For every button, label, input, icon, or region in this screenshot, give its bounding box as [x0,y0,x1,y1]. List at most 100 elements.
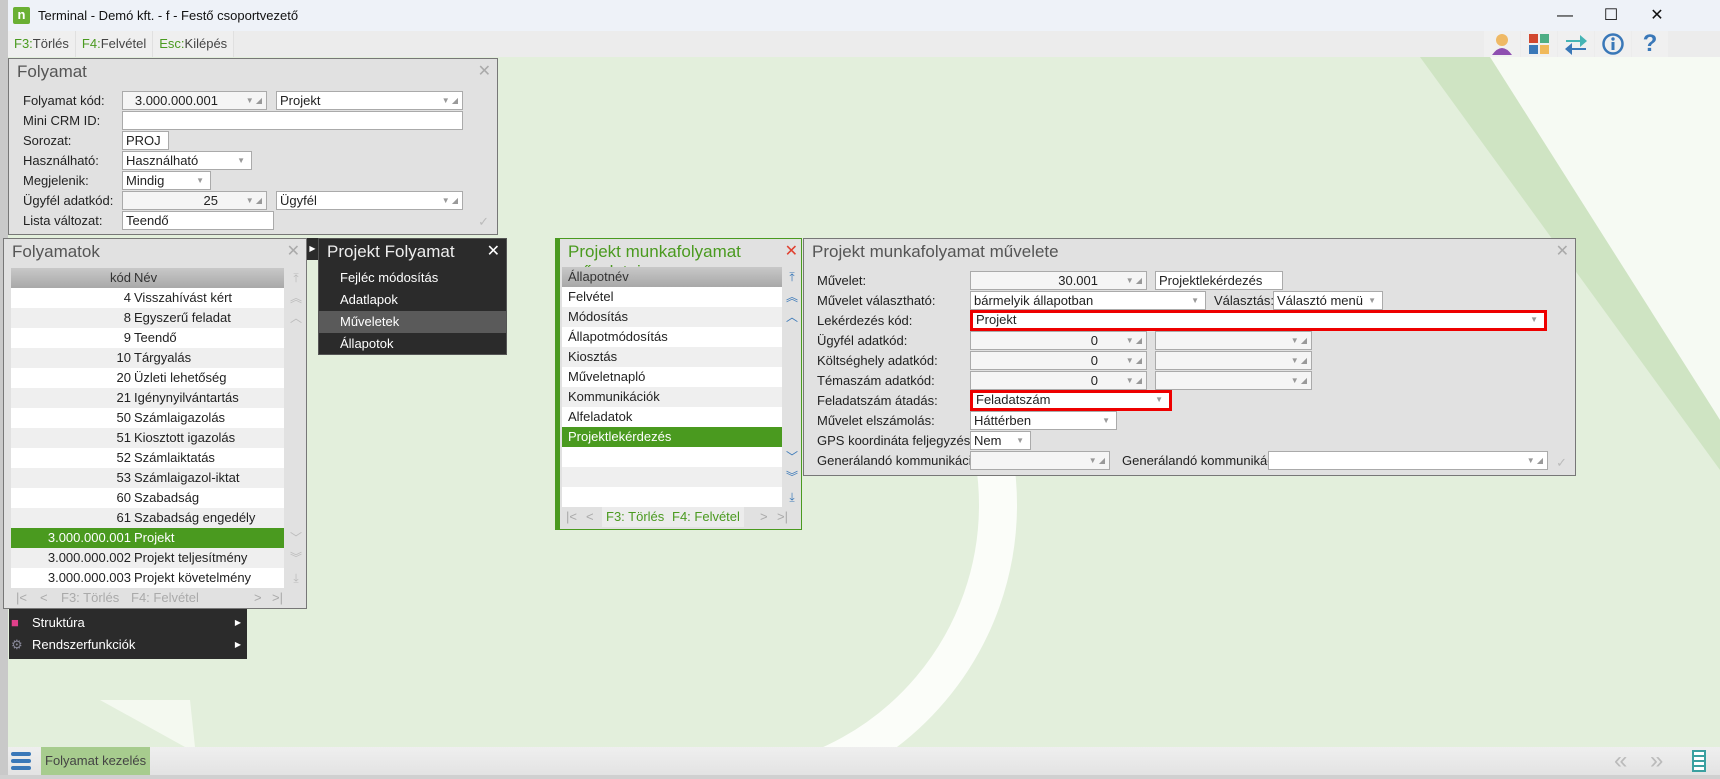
table-row[interactable]: 3.000.000.002 Projekt teljesítmény [11,548,284,568]
table-header[interactable]: Állapotnév [562,267,782,287]
elszamolas-select[interactable]: Háttérben [970,411,1117,430]
hamburger-menu-icon[interactable] [11,750,31,772]
list-item[interactable]: Alfeladatok [562,407,782,427]
list-item[interactable] [562,447,782,467]
gps-select[interactable]: Nem [970,431,1031,450]
scroll-page-down-icon[interactable]: ︾ [288,548,304,568]
scroll-top-icon[interactable]: ⤒ [784,267,800,287]
mini-crm-field[interactable] [122,111,463,130]
close-icon[interactable]: ✕ [1556,241,1569,261]
user-icon[interactable] [1484,31,1520,57]
generalando-kommunikacio-2[interactable] [1268,451,1548,470]
list-item[interactable] [562,467,782,487]
first-page-icon[interactable]: |< [16,588,27,608]
delete-button[interactable]: F3: Törlés [61,588,119,608]
next-page-icon[interactable]: > [760,507,768,527]
list-item[interactable]: Állapotmódosítás [562,327,782,347]
help-icon[interactable]: ? [1632,30,1668,57]
menu-item[interactable]: Fejléc módosítás [319,267,506,289]
list-item[interactable]: Kiosztás [562,347,782,367]
table-row[interactable]: 21 Igénynyilvántartás [11,388,284,408]
list-icon[interactable] [1692,750,1706,772]
scroll-page-up-icon[interactable]: ︽ [288,288,304,308]
generalando-kommunikacio-1[interactable] [970,451,1110,470]
menu-item-struktura[interactable]: ■ Struktúra ▶ [9,612,247,634]
minimize-button[interactable]: — [1542,0,1588,31]
folyamat-name-field[interactable]: Projekt [276,91,463,110]
last-page-icon[interactable]: >| [777,507,788,527]
table-row[interactable]: 8 Egyszerű feladat [11,308,284,328]
column-nev[interactable]: Név [134,268,157,288]
feladatszam-select[interactable]: Feladatszám [970,390,1172,411]
scroll-up-icon[interactable]: ︿ [784,307,800,327]
lekerdezes-kod-select[interactable]: Projekt [970,310,1547,331]
prev-tab-icon[interactable]: « [1614,747,1627,775]
close-icon[interactable]: ✕ [287,241,300,261]
list-item[interactable]: Felvétel [562,287,782,307]
delete-button[interactable]: F3:Törlés [8,31,76,57]
lista-valtozat-field[interactable]: Teendő [122,211,274,230]
sorozat-field[interactable]: PROJ [122,131,169,150]
list-item[interactable]: Projektlekérdezés [562,427,782,447]
muvelet-kod-field[interactable]: 30.001 [970,271,1147,290]
tab-folyamat-kezeles[interactable]: Folyamat kezelés [41,747,151,775]
info-icon[interactable] [1595,31,1631,57]
menu-item[interactable]: Műveletek [319,311,506,333]
next-page-icon[interactable]: > [254,588,262,608]
scroll-bottom-icon[interactable]: ⤓ [784,487,800,507]
add-button[interactable]: F4: Felvétel [131,588,199,608]
list-item[interactable] [562,487,782,507]
prev-page-icon[interactable]: < [40,588,48,608]
add-button[interactable]: F4:Felvétel [75,31,154,57]
prev-page-icon[interactable]: < [586,507,594,527]
close-icon[interactable]: ✕ [487,241,500,261]
temaszam-name-field[interactable] [1155,371,1312,390]
koltseghely-kod-field[interactable]: 0 [970,351,1147,370]
scroll-page-down-icon[interactable]: ︾ [784,467,800,487]
table-row[interactable]: 51 Kiosztott igazolás [11,428,284,448]
table-row[interactable]: 52 Számlaiktatás [11,448,284,468]
scroll-bottom-icon[interactable]: ⤓ [288,568,304,588]
ugyfel-name-field[interactable]: Ügyfél [276,191,463,210]
list-item[interactable]: Kommunikációk [562,387,782,407]
valasztas-select[interactable]: Választó menü [1273,291,1383,310]
ok-icon[interactable]: ✓ [1556,455,1567,471]
swap-icon[interactable] [1558,31,1594,57]
close-icon[interactable]: ✕ [478,61,491,81]
scroll-top-icon[interactable]: ⤒ [288,268,304,288]
table-row[interactable]: 20 Üzleti lehetőség [11,368,284,388]
delete-button[interactable]: F3: Törlés [602,507,669,527]
table-row[interactable]: 9 Teendő [11,328,284,348]
close-icon[interactable]: ✕ [785,241,798,261]
ugyfel-name-field[interactable] [1155,331,1312,350]
table-row[interactable]: 60 Szabadság [11,488,284,508]
muvelet-name-field[interactable]: Projektlekérdezés [1155,271,1283,290]
last-page-icon[interactable]: >| [272,588,283,608]
first-page-icon[interactable]: |< [566,507,577,527]
menu-item[interactable]: Adatlapok [319,289,506,311]
temaszam-kod-field[interactable]: 0 [970,371,1147,390]
next-tab-icon[interactable]: » [1650,747,1663,775]
column-kod[interactable]: kód [110,268,131,288]
ugyfel-kod-field[interactable]: 0 [970,331,1147,350]
table-row[interactable]: 3.000.000.001 Projekt [11,528,284,548]
table-row[interactable]: 53 Számlaigazol-iktat [11,468,284,488]
ugyfel-kod-field[interactable]: 25 [122,191,267,210]
valaszthato-select[interactable]: bármelyik állapotban [970,291,1206,310]
close-button[interactable]: ✕ [1634,0,1680,31]
maximize-button[interactable]: ☐ [1588,0,1634,31]
scroll-page-up-icon[interactable]: ︽ [784,287,800,307]
menu-item[interactable]: Állapotok [319,333,506,355]
table-row[interactable]: 10 Tárgyalás [11,348,284,368]
ok-icon[interactable]: ✓ [478,214,489,230]
add-button[interactable]: F4: Felvétel [668,507,744,527]
exit-button[interactable]: Esc:Kilépés [153,31,235,57]
scroll-down-icon[interactable]: ﹀ [288,528,304,548]
scroll-down-icon[interactable]: ﹀ [784,447,800,467]
table-row[interactable]: 4 Visszahívást kért [11,288,284,308]
list-item[interactable]: Műveletnapló [562,367,782,387]
scroll-up-icon[interactable]: ︿ [288,308,304,328]
menu-item-rendszerfunkciok[interactable]: ⚙ Rendszerfunkciók ▶ [9,634,247,656]
table-row[interactable]: 50 Számlaigazolás [11,408,284,428]
hasznalhato-select[interactable]: Használható [122,151,252,170]
